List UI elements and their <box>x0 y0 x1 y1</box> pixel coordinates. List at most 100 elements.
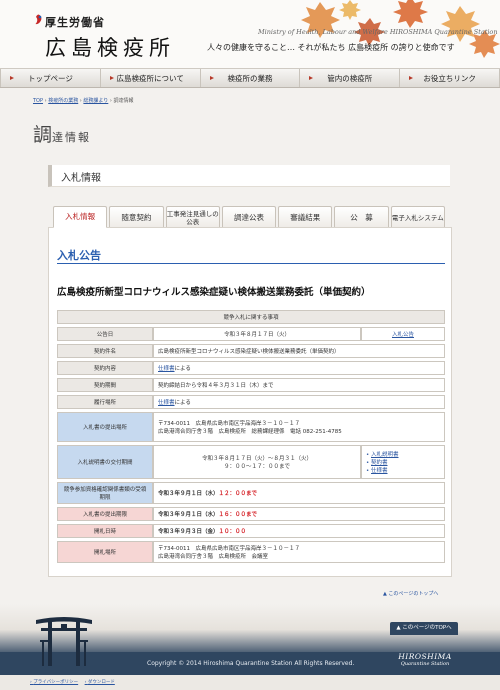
page-title: 調達情報 <box>33 120 91 147</box>
nav-item-top[interactable]: トップページ <box>0 69 101 87</box>
address-line: 〒734-0011 広島県広島市南区宇品海岸３－１０－１７ <box>158 421 300 427</box>
row-value: 令和３年８月１７日（火）～８月３１（火） ９：００～１７：００まで <box>153 445 361 479</box>
specification-link[interactable]: 仕様書 <box>158 400 175 406</box>
section-title: 入札情報 <box>61 173 101 184</box>
row-value: 令和３年９月３日（金）１０：００ <box>153 524 445 538</box>
specification-link[interactable]: 仕様書 <box>371 468 388 474</box>
breadcrumb: TOP › 検疫所の業務 › 総務課より › 調達情報 <box>33 97 134 104</box>
row-value: 令和３年９月１日（水）１６：００まで <box>153 507 445 521</box>
header-english-title: Ministry of Health, Labour and Welfare H… <box>258 28 498 36</box>
address-line: 広島港湾合同庁舎３階 広島検疫所 会議室 <box>158 554 269 560</box>
row-value: 令和３年９月１日（水）１２：００まで <box>153 482 445 504</box>
torii-gate-icon <box>36 617 92 666</box>
table-row: 競争入札に関する事項 <box>57 310 445 324</box>
nav-item-links[interactable]: お役立ちリンク <box>400 69 500 87</box>
nav-item-stations[interactable]: 管内の検疫所 <box>300 69 401 87</box>
row-value-suffix: による <box>174 366 191 372</box>
download-link[interactable]: › ダウンロード <box>85 680 115 685</box>
row-label: 開札日時 <box>57 524 153 538</box>
back-to-top-link[interactable]: ▲ このページのトップへ <box>383 590 438 597</box>
deadline-time: １２：００まで <box>218 491 258 497</box>
specification-link[interactable]: 仕様書 <box>158 366 175 372</box>
row-value: 〒734-0011 広島県広島市南区宇品海岸３－１０－１７ 広島港湾合同庁舎３階… <box>153 412 445 442</box>
row-link-cell: 入札説明書 契約書 仕様書 <box>361 445 445 479</box>
table-header-cell: 競争入札に関する事項 <box>57 310 445 324</box>
copyright-text: Copyright © 2014 Hiroshima Quarantine St… <box>147 660 355 667</box>
period-line: 令和３年８月１７日（火）～８月３１（火） <box>201 456 312 462</box>
site-footer: ▲ このページのTOPへ Copyright © 2014 Hiroshima … <box>0 604 500 690</box>
breadcrumb-link-top[interactable]: TOP <box>33 98 43 104</box>
opening-date: 令和３年９月３日（金） <box>158 529 219 535</box>
site-header: 厚生労働省 広島検疫所 Ministry of Health, Labour a… <box>0 0 500 68</box>
bid-info-panel: 入札公告 広島検疫所新型コロナウィルス感染症疑い検体搬送業務委託（単価契約） 競… <box>48 227 452 577</box>
row-label: 契約期間 <box>57 378 153 392</box>
footer-logo: HIROSHIMA Quarantine Station <box>390 652 460 667</box>
privacy-policy-link[interactable]: › プライバシーポリシー <box>30 680 78 685</box>
row-label: 履行場所 <box>57 395 153 409</box>
procurement-tabs: 入札情報 随意契約 工事発注見通しの公表 調達公表 審議結果 公 募 電子入札シ… <box>53 206 445 228</box>
footer-logo-line2: Quarantine Station <box>400 661 450 667</box>
table-row: 入札書の提出期限 令和３年９月１日（水）１６：００まで <box>57 507 445 521</box>
row-label: 入札書の提出場所 <box>57 412 153 442</box>
opening-time: １０：００ <box>218 529 247 535</box>
table-row: 契約期間 契約締結日から令和４年３月３１日（木）まで <box>57 378 445 392</box>
table-row: 入札説明書の交付期間 令和３年８月１７日（火）～８月３１（火） ９：００～１７：… <box>57 445 445 479</box>
ministry-logo-icon <box>35 14 42 25</box>
page-title-rest: 達情報 <box>52 131 92 144</box>
table-row: 入札書の提出場所 〒734-0011 広島県広島市南区宇品海岸３－１０－１７ 広… <box>57 412 445 442</box>
table-row: 契約件名 広島検疫所新型コロナウィルス感染症疑い検体搬送業務委託（単価契約） <box>57 344 445 358</box>
bid-details-table: 競争入札に関する事項 公告日 令和３年８月１７日（火） 入札公告 契約件名 広島… <box>57 307 445 566</box>
ministry-name: 厚生労働省 <box>45 16 105 29</box>
tab-e-bidding-system[interactable]: 電子入札システム <box>390 206 445 228</box>
period-line: ９：００～１７：００まで <box>223 464 290 470</box>
row-label: 入札書の提出期限 <box>57 507 153 521</box>
row-value: 令和３年８月１７日（火） <box>153 327 361 341</box>
footer-links: › プライバシーポリシー › ダウンロード <box>30 679 120 685</box>
table-row: 契約内容 仕様書による <box>57 361 445 375</box>
header-tagline: 人々の健康を守ること… それが私たち 広島検疫所 の誇りと使命です <box>207 43 455 52</box>
row-label: 契約件名 <box>57 344 153 358</box>
row-label: 公告日 <box>57 327 153 341</box>
row-value: 広島検疫所新型コロナウィルス感染症疑い検体搬送業務委託（単価契約） <box>153 344 445 358</box>
address-line: 〒734-0011 広島県広島市南区宇品海岸３－１０－１７ <box>158 546 300 552</box>
page-top-button[interactable]: ▲ このページのTOPへ <box>390 622 458 635</box>
row-label: 入札説明書の交付期間 <box>57 445 153 479</box>
nav-item-services[interactable]: 検疫所の業務 <box>201 69 301 87</box>
document-links: 入札説明書 契約書 仕様書 <box>366 450 440 474</box>
tab-review-results[interactable]: 審議結果 <box>278 206 333 228</box>
global-nav: トップページ 広島検疫所について 検疫所の業務 管内の検疫所 お役立ちリンク <box>0 68 500 88</box>
row-value-suffix: による <box>174 400 191 406</box>
section-header: 入札情報 <box>48 165 450 187</box>
breadcrumb-link-general-affairs[interactable]: 総務課より <box>83 98 108 104</box>
tab-public-offering[interactable]: 公 募 <box>334 206 389 228</box>
site-title[interactable]: 広島検疫所 <box>45 32 175 62</box>
tab-construction-outlook[interactable]: 工事発注見通しの公表 <box>165 206 220 228</box>
table-row: 開札日時 令和３年９月３日（金）１０：００ <box>57 524 445 538</box>
breadcrumb-link-services[interactable]: 検疫所の業務 <box>48 98 78 104</box>
announcement-heading: 入札公告 <box>57 249 101 262</box>
row-label: 競争参加資格確認関係書類の受領期限 <box>57 482 153 504</box>
page-title-first-char: 調 <box>33 124 53 146</box>
row-value: 仕様書による <box>153 395 445 409</box>
bid-item-title: 広島検疫所新型コロナウィルス感染症疑い検体搬送業務委託（単価契約） <box>57 287 371 298</box>
notice-link[interactable]: 入札公告 <box>392 332 414 338</box>
row-label: 契約内容 <box>57 361 153 375</box>
tab-procurement-publication[interactable]: 調達公表 <box>221 206 277 228</box>
tab-private-contract[interactable]: 随意契約 <box>109 206 164 228</box>
row-value: 契約締結日から令和４年３月３１日（木）まで <box>153 378 445 392</box>
deadline-date: 令和３年９月１日（水） <box>158 491 219 497</box>
table-row: 競争参加資格確認関係書類の受領期限 令和３年９月１日（水）１２：００まで <box>57 482 445 504</box>
row-value: 仕様書による <box>153 361 445 375</box>
tab-bid-info[interactable]: 入札情報 <box>53 206 108 228</box>
table-row: 開札場所 〒734-0011 広島県広島市南区宇品海岸３－１０－１７ 広島港湾合… <box>57 541 445 563</box>
nav-item-about[interactable]: 広島検疫所について <box>101 69 201 87</box>
table-row: 履行場所 仕様書による <box>57 395 445 409</box>
row-value: 〒734-0011 広島県広島市南区宇品海岸３－１０－１７ 広島港湾合同庁舎３階… <box>153 541 445 563</box>
row-link-cell: 入札公告 <box>361 327 445 341</box>
footer-logo-line1: HIROSHIMA <box>398 652 452 661</box>
table-row: 公告日 令和３年８月１７日（火） 入札公告 <box>57 327 445 341</box>
deadline-date: 令和３年９月１日（水） <box>158 512 219 518</box>
breadcrumb-current: 調達情報 <box>113 98 134 104</box>
announcement-divider <box>57 263 445 264</box>
row-label: 開札場所 <box>57 541 153 563</box>
